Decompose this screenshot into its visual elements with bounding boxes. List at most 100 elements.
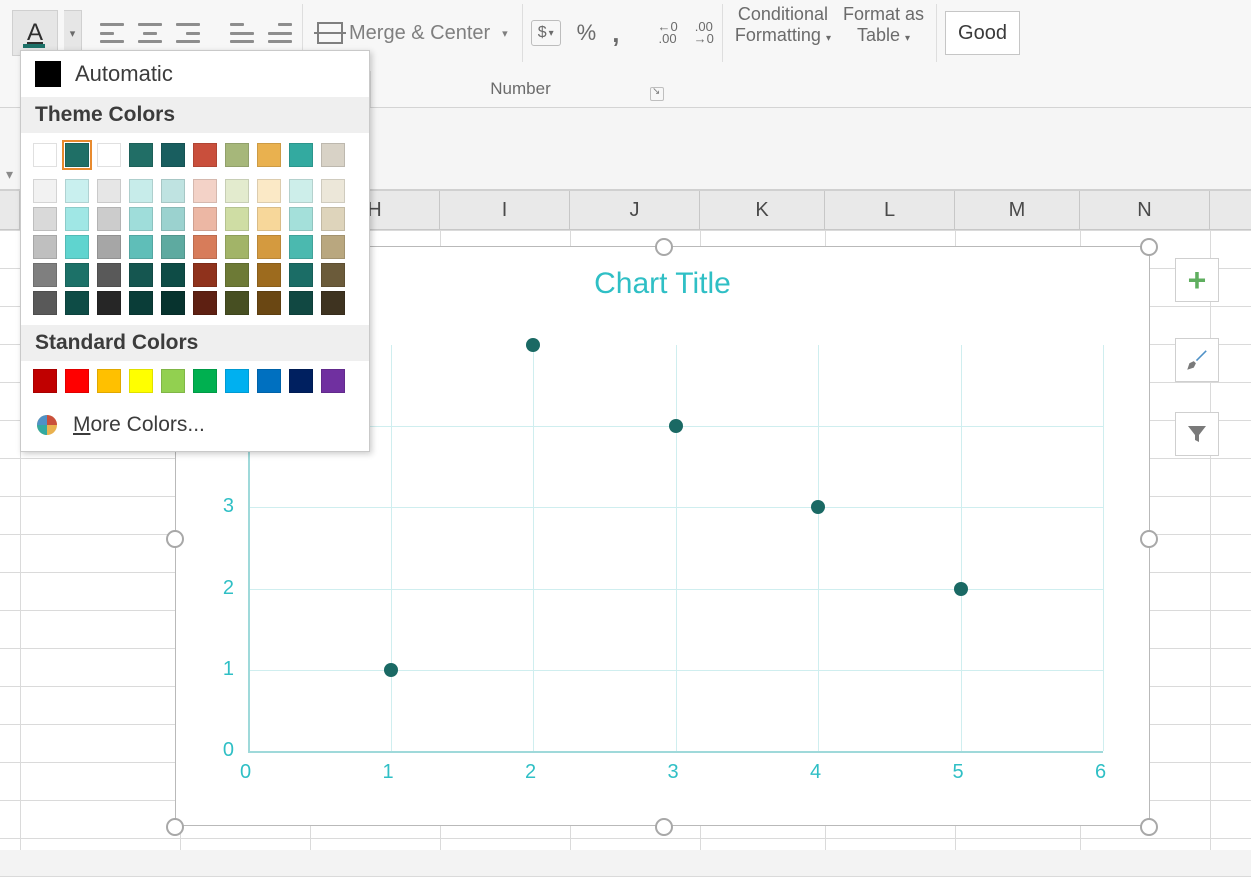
theme-shade-swatch[interactable]: [193, 235, 217, 259]
theme-shade-swatch[interactable]: [321, 207, 345, 231]
standard-swatch[interactable]: [257, 369, 281, 393]
data-point[interactable]: [669, 419, 683, 433]
theme-shade-swatch[interactable]: [161, 291, 185, 315]
theme-swatch[interactable]: [193, 143, 217, 167]
theme-shade-swatch[interactable]: [193, 291, 217, 315]
accounting-format[interactable]: $▾: [531, 20, 561, 46]
theme-shade-swatch[interactable]: [33, 207, 57, 231]
standard-swatch[interactable]: [321, 369, 345, 393]
theme-swatch[interactable]: [97, 143, 121, 167]
theme-shade-swatch[interactable]: [225, 207, 249, 231]
column-header-M[interactable]: M: [955, 191, 1080, 229]
standard-swatch[interactable]: [129, 369, 153, 393]
number-launcher-icon[interactable]: [650, 87, 664, 101]
theme-shade-swatch[interactable]: [289, 207, 313, 231]
theme-shade-swatch[interactable]: [225, 291, 249, 315]
theme-shade-swatch[interactable]: [321, 235, 345, 259]
theme-shade-swatch[interactable]: [33, 235, 57, 259]
theme-shade-swatch[interactable]: [97, 179, 121, 203]
chart-handle-bottom[interactable]: [655, 818, 673, 836]
data-point[interactable]: [526, 338, 540, 352]
chart-handle-left[interactable]: [166, 530, 184, 548]
theme-shade-swatch[interactable]: [129, 291, 153, 315]
percent-format[interactable]: %: [577, 20, 597, 46]
theme-shade-swatch[interactable]: [33, 179, 57, 203]
chart-handle-right[interactable]: [1140, 530, 1158, 548]
theme-shade-swatch[interactable]: [65, 235, 89, 259]
theme-shade-swatch[interactable]: [161, 179, 185, 203]
column-header-K[interactable]: K: [700, 191, 825, 229]
theme-shade-swatch[interactable]: [225, 263, 249, 287]
chart-handle-top[interactable]: [655, 238, 673, 256]
theme-swatch[interactable]: [321, 143, 345, 167]
align-center[interactable]: [136, 19, 164, 47]
standard-swatch[interactable]: [65, 369, 89, 393]
theme-shade-swatch[interactable]: [225, 179, 249, 203]
increase-decimal[interactable]: ←0 .00: [657, 21, 677, 45]
theme-swatch[interactable]: [33, 143, 57, 167]
namebox-dropdown-icon[interactable]: ▾: [6, 166, 13, 183]
column-header-N[interactable]: N: [1080, 191, 1210, 229]
align-right[interactable]: [174, 19, 202, 47]
automatic-color[interactable]: Automatic: [21, 51, 369, 97]
theme-swatch[interactable]: [225, 143, 249, 167]
chart-handle-tr[interactable]: [1140, 238, 1158, 256]
standard-swatch[interactable]: [289, 369, 313, 393]
increase-indent[interactable]: [266, 19, 294, 47]
theme-shade-swatch[interactable]: [129, 263, 153, 287]
theme-shade-swatch[interactable]: [289, 179, 313, 203]
theme-shade-swatch[interactable]: [257, 179, 281, 203]
chart-add-element-button[interactable]: +: [1175, 258, 1219, 302]
data-point[interactable]: [811, 500, 825, 514]
theme-swatch[interactable]: [161, 143, 185, 167]
format-as-table[interactable]: Format as Table ▾: [839, 4, 928, 62]
theme-shade-swatch[interactable]: [33, 263, 57, 287]
theme-shade-swatch[interactable]: [257, 207, 281, 231]
plot-area[interactable]: 012340123456: [248, 345, 1103, 751]
theme-shade-swatch[interactable]: [65, 291, 89, 315]
conditional-formatting[interactable]: Conditional Formatting ▾: [731, 4, 835, 62]
standard-swatch[interactable]: [193, 369, 217, 393]
theme-swatch[interactable]: [257, 143, 281, 167]
column-header-I[interactable]: I: [440, 191, 570, 229]
theme-shade-swatch[interactable]: [321, 291, 345, 315]
theme-shade-swatch[interactable]: [97, 291, 121, 315]
theme-shade-swatch[interactable]: [161, 207, 185, 231]
theme-swatch[interactable]: [289, 143, 313, 167]
theme-shade-swatch[interactable]: [193, 179, 217, 203]
theme-shade-swatch[interactable]: [289, 291, 313, 315]
column-header-J[interactable]: J: [570, 191, 700, 229]
comma-format[interactable]: ,: [612, 18, 619, 49]
theme-shade-swatch[interactable]: [33, 291, 57, 315]
theme-shade-swatch[interactable]: [161, 235, 185, 259]
chart-filter-button[interactable]: [1175, 412, 1219, 456]
theme-shade-swatch[interactable]: [321, 263, 345, 287]
theme-shade-swatch[interactable]: [65, 179, 89, 203]
standard-swatch[interactable]: [161, 369, 185, 393]
theme-shade-swatch[interactable]: [289, 263, 313, 287]
theme-shade-swatch[interactable]: [257, 235, 281, 259]
theme-shade-swatch[interactable]: [97, 207, 121, 231]
theme-shade-swatch[interactable]: [193, 263, 217, 287]
chart-handle-bl[interactable]: [166, 818, 184, 836]
theme-shade-swatch[interactable]: [321, 179, 345, 203]
data-point[interactable]: [384, 663, 398, 677]
theme-shade-swatch[interactable]: [289, 235, 313, 259]
standard-swatch[interactable]: [225, 369, 249, 393]
column-header-L[interactable]: L: [825, 191, 955, 229]
theme-shade-swatch[interactable]: [129, 235, 153, 259]
theme-shade-swatch[interactable]: [193, 207, 217, 231]
theme-shade-swatch[interactable]: [65, 263, 89, 287]
decrease-decimal[interactable]: .00 →0: [694, 21, 714, 45]
theme-shade-swatch[interactable]: [129, 179, 153, 203]
standard-swatch[interactable]: [97, 369, 121, 393]
theme-shade-swatch[interactable]: [97, 263, 121, 287]
align-left[interactable]: [98, 19, 126, 47]
theme-shade-swatch[interactable]: [129, 207, 153, 231]
standard-swatch[interactable]: [33, 369, 57, 393]
chart-handle-br[interactable]: [1140, 818, 1158, 836]
theme-shade-swatch[interactable]: [257, 263, 281, 287]
theme-swatch[interactable]: [65, 143, 89, 167]
theme-shade-swatch[interactable]: [97, 235, 121, 259]
more-colors[interactable]: MMore Colors...ore Colors...: [21, 403, 369, 451]
